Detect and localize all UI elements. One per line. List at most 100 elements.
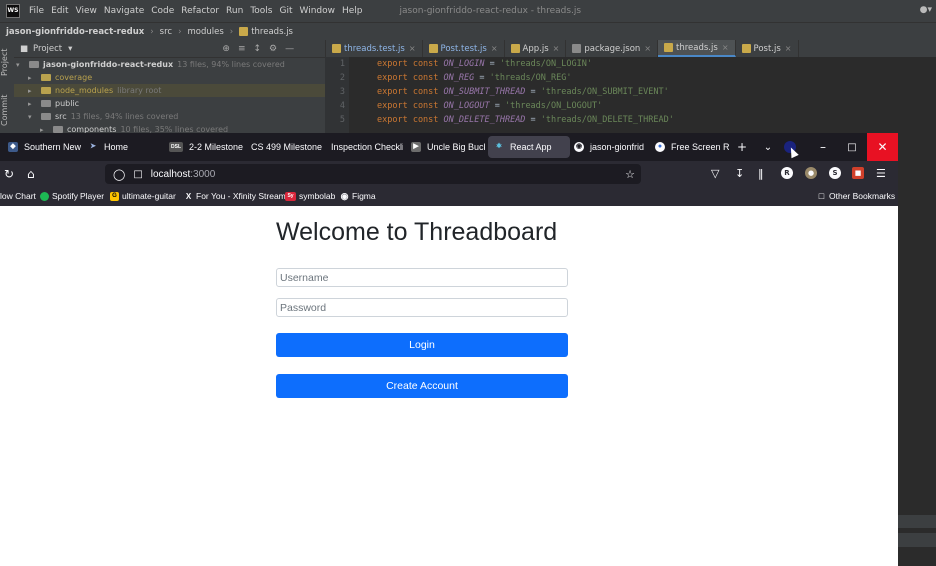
- browser-tab[interactable]: ● Free Screen Re: [651, 136, 729, 158]
- gear-icon[interactable]: ⚙: [269, 44, 277, 54]
- chevron-right-icon[interactable]: ▸: [28, 87, 37, 95]
- code-string: 'threads/ON_LOGOUT': [504, 101, 603, 111]
- library-icon[interactable]: ‖: [758, 167, 764, 181]
- browser-tab[interactable]: ▶ Uncle Big Buck: [407, 136, 485, 158]
- hamburger-menu-icon[interactable]: ☰: [876, 167, 886, 181]
- bookmark-label: Spotify: [52, 191, 78, 201]
- browser-tab-active[interactable]: ⚛ React App: [488, 136, 570, 158]
- breadcrumb-file[interactable]: threads.js: [239, 27, 293, 37]
- url-text[interactable]: localhost:3000: [151, 169, 216, 180]
- editor-tab[interactable]: threads.test.js ×: [326, 40, 423, 57]
- tree-item-meta: library root: [117, 86, 162, 95]
- username-input[interactable]: [276, 268, 568, 287]
- menu-navigate[interactable]: Navigate: [104, 6, 144, 16]
- menu-git[interactable]: Git: [279, 6, 292, 16]
- tree-item-coverage[interactable]: ▸ coverage: [14, 71, 325, 84]
- project-panel: ■ Project ▾ ⊕ ≡ ↕ ⚙ — ▾ jason-gionfriddo…: [14, 40, 325, 134]
- extension-s-icon[interactable]: S: [829, 167, 841, 179]
- chevron-right-icon[interactable]: ▸: [28, 74, 37, 82]
- editor-tabs: threads.test.js × Post.test.js × App.js × p…: [325, 40, 936, 57]
- code-line: 4 export const ON_LOGOUT = 'threads/ON_LO…: [325, 99, 936, 113]
- side-tab-project[interactable]: Project: [0, 44, 14, 80]
- browser-tab[interactable]: Inspection Checkli: [327, 136, 403, 158]
- extension-r-icon[interactable]: R: [781, 167, 793, 179]
- code-editor[interactable]: 1 export const ON_LOGIN = 'threads/ON_LOG…: [325, 57, 936, 133]
- close-icon[interactable]: ×: [644, 44, 651, 53]
- menu-run[interactable]: Run: [226, 6, 243, 16]
- menu-refactor[interactable]: Refactor: [181, 6, 219, 16]
- bookmark-label: symbolab: [299, 191, 336, 201]
- menu-tools[interactable]: Tools: [250, 6, 272, 16]
- breadcrumb-src[interactable]: src: [160, 27, 172, 37]
- menu-edit[interactable]: Edit: [51, 6, 68, 16]
- chevron-right-icon[interactable]: ▸: [28, 100, 37, 108]
- expand-all-icon[interactable]: ≡: [238, 44, 246, 54]
- chevron-down-icon[interactable]: ▾: [28, 113, 37, 121]
- bookmark-label: For You - Xfinity Stream: [196, 191, 286, 201]
- chevron-down-icon[interactable]: ▾: [68, 44, 72, 54]
- close-icon[interactable]: ×: [785, 44, 792, 53]
- url-bar[interactable]: ◯ □ localhost:3000 ☆: [105, 164, 641, 184]
- hide-icon[interactable]: —: [285, 44, 294, 54]
- collapse-all-icon[interactable]: ↕: [254, 44, 262, 54]
- bookmark-item[interactable]: Player: [80, 191, 104, 201]
- browser-tab[interactable]: CS 499 Milestone C: [247, 136, 323, 158]
- breadcrumb-project[interactable]: jason-gionfriddo-react-redux: [6, 27, 144, 37]
- editor-tab[interactable]: App.js ×: [505, 40, 567, 57]
- reload-icon[interactable]: ↻: [4, 167, 14, 181]
- code-keyword: export const: [377, 87, 439, 97]
- project-panel-title[interactable]: Project: [33, 44, 62, 54]
- minimize-button[interactable]: –: [811, 133, 835, 161]
- bookmark-item[interactable]: ◉ Figma: [340, 191, 376, 201]
- bookmark-item[interactable]: X For You - Xfinity Stream: [184, 191, 286, 201]
- tree-item-root[interactable]: ▾ jason-gionfriddo-react-redux 13 files,…: [14, 58, 325, 71]
- editor-tab-active[interactable]: threads.js ×: [658, 40, 736, 57]
- menu-file[interactable]: File: [29, 6, 44, 16]
- browser-tab[interactable]: ◆ Southern New: [4, 136, 82, 158]
- browser-navbar: ↻ ⌂ ◯ □ localhost:3000 ☆ ▽ ↧ ‖ R ● S ■ ☰: [0, 161, 898, 188]
- maximize-button[interactable]: □: [840, 133, 864, 161]
- bookmark-item[interactable]: Gultimate-guitar: [110, 191, 176, 201]
- chevron-down-icon[interactable]: ▾: [16, 61, 25, 69]
- home-icon[interactable]: ⌂: [27, 167, 35, 181]
- bookmark-item[interactable]: Spotify: [40, 191, 78, 201]
- create-account-button[interactable]: Create Account: [276, 374, 568, 398]
- password-input[interactable]: [276, 298, 568, 317]
- download-icon[interactable]: ↧: [735, 167, 744, 181]
- menu-code[interactable]: Code: [151, 6, 174, 16]
- editor-tab[interactable]: Post.js ×: [736, 40, 799, 57]
- shield-icon[interactable]: ◯: [113, 168, 125, 181]
- browser-tab[interactable]: DSL 2-2 Milestone: [165, 136, 243, 158]
- extension-red-icon[interactable]: ■: [852, 167, 864, 179]
- breadcrumb-modules[interactable]: modules: [188, 27, 224, 37]
- new-tab-button[interactable]: +: [733, 133, 751, 161]
- menu-window[interactable]: Window: [300, 6, 336, 16]
- pocket-icon[interactable]: ▽: [711, 167, 719, 181]
- user-icon[interactable]: ●▾: [920, 5, 932, 15]
- close-button[interactable]: ✕: [867, 133, 898, 161]
- tree-item-src[interactable]: ▾ src 13 files, 94% lines covered: [14, 110, 325, 123]
- other-bookmarks[interactable]: □ Other Bookmarks: [817, 191, 895, 201]
- locate-icon[interactable]: ⊕: [222, 44, 230, 54]
- menu-view[interactable]: View: [76, 6, 97, 16]
- js-file-icon: [510, 44, 520, 53]
- editor-tab[interactable]: package.json ×: [566, 40, 659, 57]
- browser-tab[interactable]: ◉ jason-gionfrid: [570, 136, 648, 158]
- bookmark-item[interactable]: Sy symbolab: [285, 191, 335, 201]
- extension-icon[interactable]: ●: [805, 167, 817, 179]
- tree-item-public[interactable]: ▸ public: [14, 97, 325, 110]
- tree-item-node-modules[interactable]: ▸ node_modules library root: [14, 84, 325, 97]
- menu-help[interactable]: Help: [342, 6, 363, 16]
- bookmark-item[interactable]: low Chart: [0, 191, 36, 201]
- side-tab-commit[interactable]: Commit: [0, 92, 14, 128]
- project-panel-header: ■ Project ▾ ⊕ ≡ ↕ ⚙ —: [14, 40, 325, 58]
- close-icon[interactable]: ×: [553, 44, 560, 53]
- close-icon[interactable]: ×: [491, 44, 498, 53]
- browser-tab[interactable]: ➤ Home: [84, 136, 158, 158]
- login-button[interactable]: Login: [276, 333, 568, 357]
- editor-tab[interactable]: Post.test.js ×: [423, 40, 505, 57]
- list-tabs-icon[interactable]: ⌄: [758, 133, 778, 161]
- close-icon[interactable]: ×: [722, 43, 729, 52]
- bookmark-star-icon[interactable]: ☆: [625, 168, 635, 181]
- close-icon[interactable]: ×: [409, 44, 416, 53]
